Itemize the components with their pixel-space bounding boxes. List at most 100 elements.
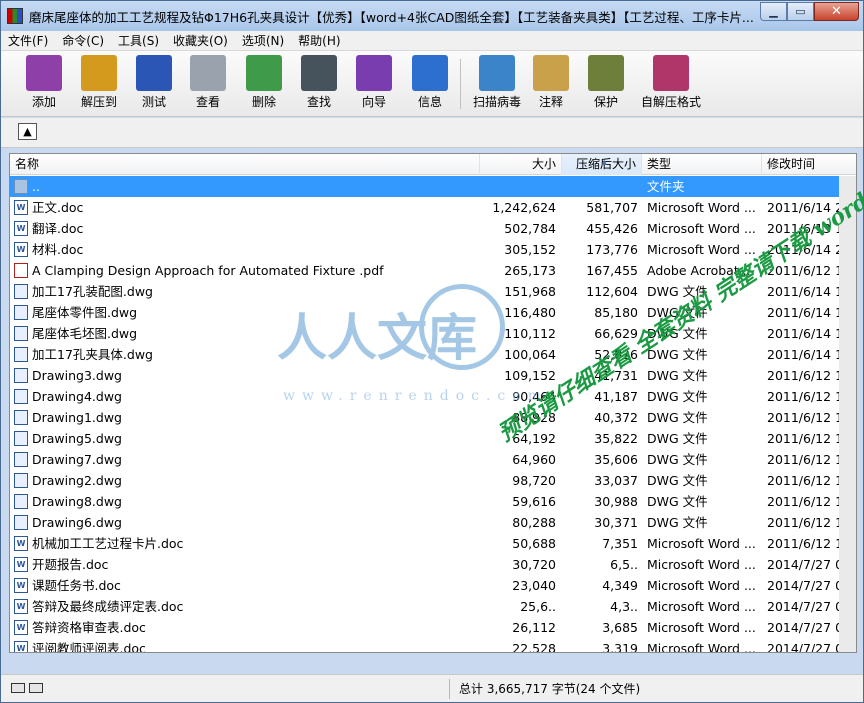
table-row[interactable]: W 答辩及最终成绩评定表.doc 25,6.. 4,3.. Microsoft Word… bbox=[10, 596, 856, 617]
file-rows: .. 文件夹 W 正文.doc 1,242,624 581,707 Microsoft Wo… bbox=[10, 176, 856, 653]
table-row[interactable]: Drawing7.dwg 64,960 35,606 DWG 文件 2011/6/12 … bbox=[10, 449, 856, 470]
column-name[interactable]: 名称 bbox=[10, 154, 480, 175]
table-row[interactable]: W 机械加工工艺过程卡片.doc 50,688 7,351 Microsoft Word… bbox=[10, 533, 856, 554]
vertical-scrollbar[interactable] bbox=[839, 176, 856, 652]
minimize-icon: ▁ bbox=[769, 5, 778, 18]
folder-file-icon bbox=[14, 179, 28, 194]
table-row[interactable]: 加工17孔装配图.dwg 151,968 112,604 DWG 文件 2011/6/1… bbox=[10, 281, 856, 302]
maximize-button[interactable]: ▭ bbox=[787, 2, 814, 21]
toolbar-button-5[interactable]: 查找 bbox=[293, 55, 345, 113]
cell-name: Drawing2.dwg bbox=[32, 473, 122, 488]
toolbar-button-4[interactable]: 删除 bbox=[238, 55, 290, 113]
table-row[interactable]: Drawing4.dwg 90,464 41,187 DWG 文件 2011/6/12 … bbox=[10, 386, 856, 407]
maximize-icon: ▭ bbox=[795, 5, 806, 18]
menu-options[interactable]: 选项(N) bbox=[235, 31, 291, 51]
cell-packed: 85,180 bbox=[594, 305, 638, 320]
toolbar-label: 自解压格式 bbox=[640, 95, 701, 109]
close-button[interactable]: ✕ bbox=[814, 2, 859, 21]
cell-name: Drawing3.dwg bbox=[32, 368, 122, 383]
cell-type: 文件夹 bbox=[647, 179, 685, 194]
winrar-app-icon bbox=[7, 8, 23, 24]
find-binoculars-icon bbox=[301, 55, 337, 91]
word-file-icon: W bbox=[14, 536, 28, 551]
file-list: 名称 大小 ▲ 压缩后大小 类型 修改时间 .. 文件夹 W 正文.doc 1,242,… bbox=[9, 153, 857, 653]
toolbar-button-0[interactable]: 添加 bbox=[18, 55, 70, 113]
table-row[interactable]: 尾座体零件图.dwg 116,480 85,180 DWG 文件 2011/6/14 1… bbox=[10, 302, 856, 323]
toolbar-label: 添加 bbox=[31, 95, 56, 109]
cell-packed: 3,685 bbox=[602, 620, 638, 635]
dwg-file-icon bbox=[14, 515, 28, 530]
cell-name: Drawing1.dwg bbox=[32, 410, 122, 425]
toolbar-button-1[interactable]: 解压到 bbox=[73, 55, 125, 113]
cell-name: Drawing6.dwg bbox=[32, 515, 122, 530]
cell-packed: 33,037 bbox=[594, 473, 638, 488]
table-row[interactable]: W 材料.doc 305,152 173,776 Microsoft Word ... 2… bbox=[10, 239, 856, 260]
cell-size: 22,528 bbox=[512, 641, 556, 653]
table-row[interactable]: W 答辩资格审查表.doc 26,112 3,685 Microsoft Word ..… bbox=[10, 617, 856, 638]
minimize-button[interactable]: ▁ bbox=[760, 2, 787, 21]
status-icons bbox=[11, 683, 43, 693]
column-size[interactable]: 大小 bbox=[480, 154, 562, 175]
column-modified[interactable]: 修改时间 bbox=[762, 154, 856, 175]
menu-favorites[interactable]: 收藏夹(O) bbox=[166, 31, 235, 51]
cell-size: 64,960 bbox=[512, 452, 556, 467]
table-row[interactable]: W 翻译.doc 502,784 455,426 Microsoft Word ... 2… bbox=[10, 218, 856, 239]
cell-name: 评阅教师评阅表.doc bbox=[32, 641, 146, 653]
dwg-file-icon bbox=[14, 368, 28, 383]
list-header: 名称 大小 ▲ 压缩后大小 类型 修改时间 bbox=[10, 154, 856, 175]
cell-packed: 3,319 bbox=[602, 641, 638, 653]
toolbar-button-9[interactable]: 注释 bbox=[525, 55, 577, 113]
table-row[interactable]: W 正文.doc 1,242,624 581,707 Microsoft Word ..… bbox=[10, 197, 856, 218]
extract-folder-icon bbox=[81, 55, 117, 91]
cell-packed: 4,3.. bbox=[610, 599, 638, 614]
table-row[interactable]: 尾座体毛坯图.dwg 110,112 66,629 DWG 文件 2011/6/14 1… bbox=[10, 323, 856, 344]
menu-file[interactable]: 文件(F) bbox=[1, 31, 55, 51]
table-row[interactable]: 加工17孔夹具体.dwg 100,064 52,826 DWG 文件 2011/6/14… bbox=[10, 344, 856, 365]
cell-packed: 167,455 bbox=[586, 263, 638, 278]
toolbar-button-11[interactable]: 自解压格式 bbox=[638, 55, 704, 113]
table-row[interactable]: Drawing2.dwg 98,720 33,037 DWG 文件 2011/6/12 … bbox=[10, 470, 856, 491]
toolbar-button-7[interactable]: 信息 bbox=[404, 55, 456, 113]
toolbar-button-6[interactable]: 向导 bbox=[348, 55, 400, 113]
virus-scan-icon bbox=[479, 55, 515, 91]
cell-type: DWG 文件 bbox=[647, 326, 708, 341]
column-type[interactable]: 类型 bbox=[642, 154, 762, 175]
cell-packed: 455,426 bbox=[586, 221, 638, 236]
cell-size: 26,112 bbox=[512, 620, 556, 635]
up-arrow-icon: ▲ bbox=[23, 125, 32, 138]
menu-commands[interactable]: 命令(C) bbox=[55, 31, 111, 51]
cell-type: DWG 文件 bbox=[647, 368, 708, 383]
table-row[interactable]: Drawing6.dwg 80,288 30,371 DWG 文件 2011/6/12 … bbox=[10, 512, 856, 533]
table-row[interactable]: W 评阅教师评阅表.doc 22,528 3,319 Microsoft Word ..… bbox=[10, 638, 856, 653]
cell-name: 开题报告.doc bbox=[32, 557, 109, 572]
toolbar-button-3[interactable]: 查看 bbox=[182, 55, 234, 113]
up-folder-button[interactable]: ▲ bbox=[18, 123, 37, 140]
table-row[interactable]: .. 文件夹 bbox=[10, 176, 856, 197]
cell-type: Microsoft Word ... bbox=[647, 578, 756, 593]
cell-type: DWG 文件 bbox=[647, 431, 708, 446]
table-row[interactable]: W 课题任务书.doc 23,040 4,349 Microsoft Word ... 2… bbox=[10, 575, 856, 596]
cell-type: DWG 文件 bbox=[647, 452, 708, 467]
table-row[interactable]: Drawing5.dwg 64,192 35,822 DWG 文件 2011/6/12 … bbox=[10, 428, 856, 449]
cell-size: 50,688 bbox=[512, 536, 556, 551]
toolbar-button-8[interactable]: 扫描病毒 bbox=[467, 55, 527, 113]
table-row[interactable]: Drawing3.dwg 109,152 41,731 DWG 文件 2011/6/12… bbox=[10, 365, 856, 386]
column-packed[interactable]: ▲ 压缩后大小 bbox=[562, 154, 642, 175]
menu-tools[interactable]: 工具(S) bbox=[111, 31, 166, 51]
menu-help[interactable]: 帮助(H) bbox=[291, 31, 347, 51]
dwg-file-icon bbox=[14, 389, 28, 404]
toolbar-button-2[interactable]: 测试 bbox=[128, 55, 180, 113]
toolbar-label: 测试 bbox=[141, 95, 166, 109]
dwg-file-icon bbox=[14, 284, 28, 299]
key-icon[interactable] bbox=[29, 683, 43, 693]
table-row[interactable]: Drawing1.dwg 88,928 40,372 DWG 文件 2011/6/12 … bbox=[10, 407, 856, 428]
table-row[interactable]: Drawing8.dwg 59,616 30,988 DWG 文件 2011/6/12 … bbox=[10, 491, 856, 512]
cell-name: Drawing4.dwg bbox=[32, 389, 122, 404]
cell-size: 100,064 bbox=[504, 347, 556, 362]
drive-icon[interactable] bbox=[11, 683, 25, 693]
table-row[interactable]: W 开题报告.doc 30,720 6,5.. Microsoft Word ... 20… bbox=[10, 554, 856, 575]
dwg-file-icon bbox=[14, 452, 28, 467]
toolbar-button-10[interactable]: 保护 bbox=[580, 55, 632, 113]
cell-type: Microsoft Word ... bbox=[647, 221, 756, 236]
table-row[interactable]: A Clamping Design Approach for Automated… bbox=[10, 260, 856, 281]
